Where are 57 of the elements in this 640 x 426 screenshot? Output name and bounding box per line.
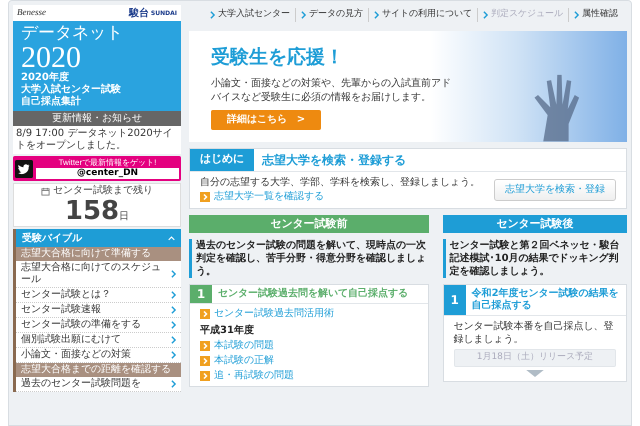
- sidebar-item[interactable]: 過去のセンター試験問題を: [16, 377, 181, 392]
- sidebar-item[interactable]: センター試験の準備をする: [16, 318, 181, 333]
- column-header: センター試験前: [189, 214, 429, 232]
- benesse-logo: Benesse: [17, 6, 46, 20]
- top-nav-link[interactable]: データの見方: [295, 8, 368, 22]
- chevron-box-icon: [200, 340, 210, 350]
- step-number: 1: [190, 284, 212, 302]
- down-arrow-icon: [526, 370, 544, 376]
- chevron-right-icon: [574, 11, 579, 19]
- chevron-up-icon: [168, 236, 175, 240]
- subtitle-line: 大学入試センター試験: [21, 84, 122, 96]
- year-title: 2020: [21, 43, 82, 72]
- sidebar-section: 志望大合格に向けて準備する: [16, 247, 181, 261]
- chevron-box-icon: [200, 356, 210, 366]
- sidebar-item[interactable]: センター試験速報: [16, 303, 181, 318]
- subtitle-line: 2020年度: [21, 72, 70, 84]
- calendar-icon: [41, 186, 50, 196]
- top-nav-link[interactable]: サイトの利用について: [368, 8, 477, 22]
- intro-title: 志望大学を検索・登録する: [260, 152, 407, 168]
- chevron-right-icon: [301, 11, 306, 19]
- top-nav-link[interactable]: 属性確認: [568, 8, 623, 22]
- sidebar-item[interactable]: 志望大合格に向けてのスケジュール: [16, 261, 181, 288]
- twitter-banner[interactable]: Twitterで最新情報をゲット! @center_DN: [13, 156, 181, 181]
- chevron-right-icon: [483, 11, 488, 19]
- column-description: センター試験と第２回ベネッセ・駿台記述模試･10月の結果でドッキング判定を確認しましょう。: [450, 238, 621, 278]
- twitter-handle: @center_DN: [36, 168, 179, 179]
- chevron-box-icon: [200, 370, 210, 380]
- chevron-box-icon: [200, 308, 210, 318]
- bird-icon: [15, 160, 33, 178]
- sidebar-item[interactable]: センター試験とは？: [16, 288, 181, 303]
- chevron-right-icon: [171, 270, 176, 278]
- sundai-logo: 駿台: [128, 6, 149, 20]
- banner-title: 受験生を応援！: [211, 45, 345, 70]
- column-description: 過去のセンター試験の問題を解いて、現時点の一次判定を確認し、苦手分野・得意分野を確認しましょう。: [196, 238, 427, 278]
- step-title: 令和2年度センター試験の結果を自己採点する: [470, 286, 620, 312]
- chevron-box-icon: [200, 192, 210, 202]
- chevron-right-icon: [210, 11, 215, 19]
- days-unit: 日: [119, 210, 130, 224]
- intro-text: 自分の志望する大学、学部、学科を検索し、登録しましょう。: [200, 176, 480, 188]
- twitter-text: Twitterで最新情報をゲット!: [58, 158, 158, 168]
- banner-text: 小論文・面接などの対策や、先輩からの入試直前アドバイスなど受験生に必須の情報をお届けします。: [211, 76, 451, 104]
- news-heading: 更新情報・お知らせ: [13, 111, 181, 126]
- sidebar-item[interactable]: 個別試験出願にむけて: [16, 333, 181, 348]
- site-title: データネット: [21, 24, 124, 43]
- days-count: 158: [64, 197, 120, 225]
- chevron-right-icon: [374, 11, 379, 19]
- step-text: センター試験本番を自己採点し、登録しましょう。: [454, 320, 615, 346]
- step-number: 1: [444, 284, 466, 314]
- chevron-right-icon: [171, 380, 176, 388]
- step-title: センター試験過去問を解いて自己採点する: [217, 286, 409, 300]
- year-heading: 平成31年度: [200, 323, 255, 336]
- countdown-label: センター試験まで残り: [53, 185, 153, 197]
- subtitle-line: 自己採点集計: [21, 96, 82, 108]
- top-nav-link[interactable]: 大学入試センター: [205, 8, 295, 22]
- news-text: 8/9 17:00 データネット2020サイトをオープンしました。: [15, 127, 174, 153]
- sidebar-section: 志望大合格までの距離を確認する: [16, 363, 181, 377]
- column-header: センター試験後: [442, 214, 627, 232]
